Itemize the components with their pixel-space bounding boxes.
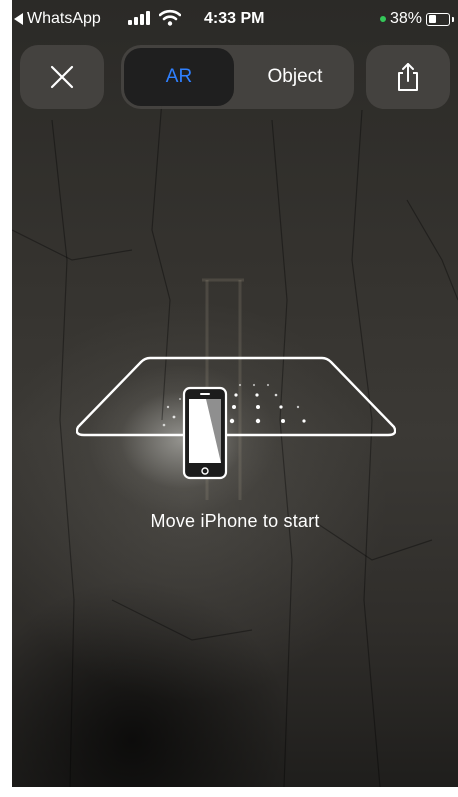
coaching-overlay-graphic [76, 356, 396, 480]
location-dot-icon [379, 16, 386, 22]
back-to-app-link[interactable]: WhatsApp [14, 10, 101, 28]
cellular-signal-icon [128, 11, 150, 25]
battery-status: 38% [379, 10, 454, 28]
mode-segmented-control: AR Object [121, 45, 354, 109]
back-arrow-icon [14, 13, 23, 25]
coaching-message: Move iPhone to start [150, 511, 320, 531]
share-button[interactable] [366, 45, 450, 109]
share-icon [398, 63, 418, 91]
battery-percent: 38% [389, 10, 422, 27]
iphone-coaching-icon [182, 386, 228, 480]
wifi-icon [159, 9, 181, 26]
tab-object-label: Object [267, 66, 323, 87]
tab-ar[interactable]: AR [124, 48, 234, 106]
ar-quick-look-screen: WhatsApp 4:33 PM 38% AR Object Move iPho… [12, 0, 458, 787]
status-bar: WhatsApp 4:33 PM 38% [12, 0, 458, 40]
back-app-label: WhatsApp [27, 10, 101, 27]
tab-object[interactable]: Object [239, 48, 351, 106]
close-button[interactable] [20, 45, 104, 109]
battery-fill [428, 15, 436, 23]
tab-ar-label: AR [165, 66, 193, 87]
close-icon [50, 65, 74, 89]
status-time: 4:33 PM [204, 10, 265, 27]
battery-icon [426, 12, 454, 26]
